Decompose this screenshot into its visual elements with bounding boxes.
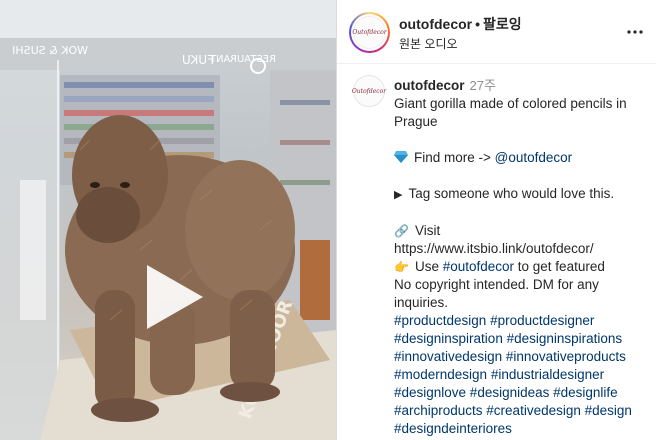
more-horizontal-icon xyxy=(627,30,643,34)
post-media-video[interactable]: WOK & SUSHI RESTAURANT FUKU KOH-I-NOOR xyxy=(0,0,336,440)
more-options-button[interactable] xyxy=(625,22,645,42)
hashtag-line[interactable]: #archiproducts #creativedesign #design xyxy=(394,402,650,420)
caption-username[interactable]: outofdecor xyxy=(394,78,465,93)
hashtag-line[interactable]: #productdesign #productdesigner xyxy=(394,312,650,330)
play-icon xyxy=(147,265,203,329)
gem-icon xyxy=(394,151,408,163)
find-more-mention-link[interactable]: @outofdecor xyxy=(495,150,573,165)
caption-body: outofdecor 27주 Giant gorilla made of colo… xyxy=(394,77,650,438)
link-icon: 🔗 xyxy=(394,224,409,238)
copyright-line: No copyright intended. DM for any inquir… xyxy=(394,277,599,310)
play-triangle-icon: ▶ xyxy=(394,189,403,201)
video-frame: WOK & SUSHI RESTAURANT FUKU KOH-I-NOOR xyxy=(0,0,336,440)
author-line: outofdecor • 팔로잉 xyxy=(399,14,522,34)
post-header: Outofdecor outofdecor • 팔로잉 원본 오디오 xyxy=(337,0,656,64)
sign-wok-sushi: WOK & SUSHI xyxy=(12,44,88,57)
find-more-line: Find more -> @outofdecor xyxy=(394,149,650,167)
original-audio-link[interactable]: 원본 오디오 xyxy=(399,35,458,52)
visit-url: https://www.itsbio.link/outofdecor/ xyxy=(394,241,594,256)
hashtag-line[interactable]: #designinspiration #designinspirations xyxy=(394,330,650,348)
author-username[interactable]: outofdecor xyxy=(399,16,472,32)
hashtag-line[interactable]: #innovativedesign #innovativeproducts xyxy=(394,348,650,366)
separator-dot: • xyxy=(475,16,481,32)
hashtag-line[interactable]: #moderndesign #industrialdesigner xyxy=(394,366,650,384)
caption-avatar[interactable]: Outofdecor xyxy=(352,75,386,107)
play-button[interactable] xyxy=(139,263,207,331)
sign-restaurant: RESTAURANT xyxy=(209,54,276,65)
sign-fuku: FUKU xyxy=(182,53,214,67)
hashtag-line[interactable]: #designlove #designideas #designlife xyxy=(394,384,650,402)
visit-line: 🔗 Visit xyxy=(394,223,441,238)
tag-line: ▶ Tag someone who would love this. xyxy=(394,185,650,204)
following-button[interactable]: 팔로잉 xyxy=(483,16,522,32)
author-avatar[interactable]: Outofdecor xyxy=(349,12,390,53)
avatar-logo: Outofdecor xyxy=(352,16,387,49)
pointing-hand-icon: 👉 xyxy=(394,260,409,274)
use-hashtag-line: 👉 Use #outofdecor to get featured xyxy=(394,259,605,274)
hashtag-line[interactable]: #designdeinteriores xyxy=(394,420,650,438)
post-side-panel: Outofdecor outofdecor • 팔로잉 원본 오디오 Outofde… xyxy=(336,0,656,440)
post-time[interactable]: 27주 xyxy=(470,78,496,93)
outofdecor-hashtag-link[interactable]: #outofdecor xyxy=(443,259,514,274)
caption-line-1: Giant gorilla made of colored pencils in… xyxy=(394,96,627,129)
post-caption: Outofdecor outofdecor 27주 Giant gorilla m… xyxy=(337,65,656,440)
